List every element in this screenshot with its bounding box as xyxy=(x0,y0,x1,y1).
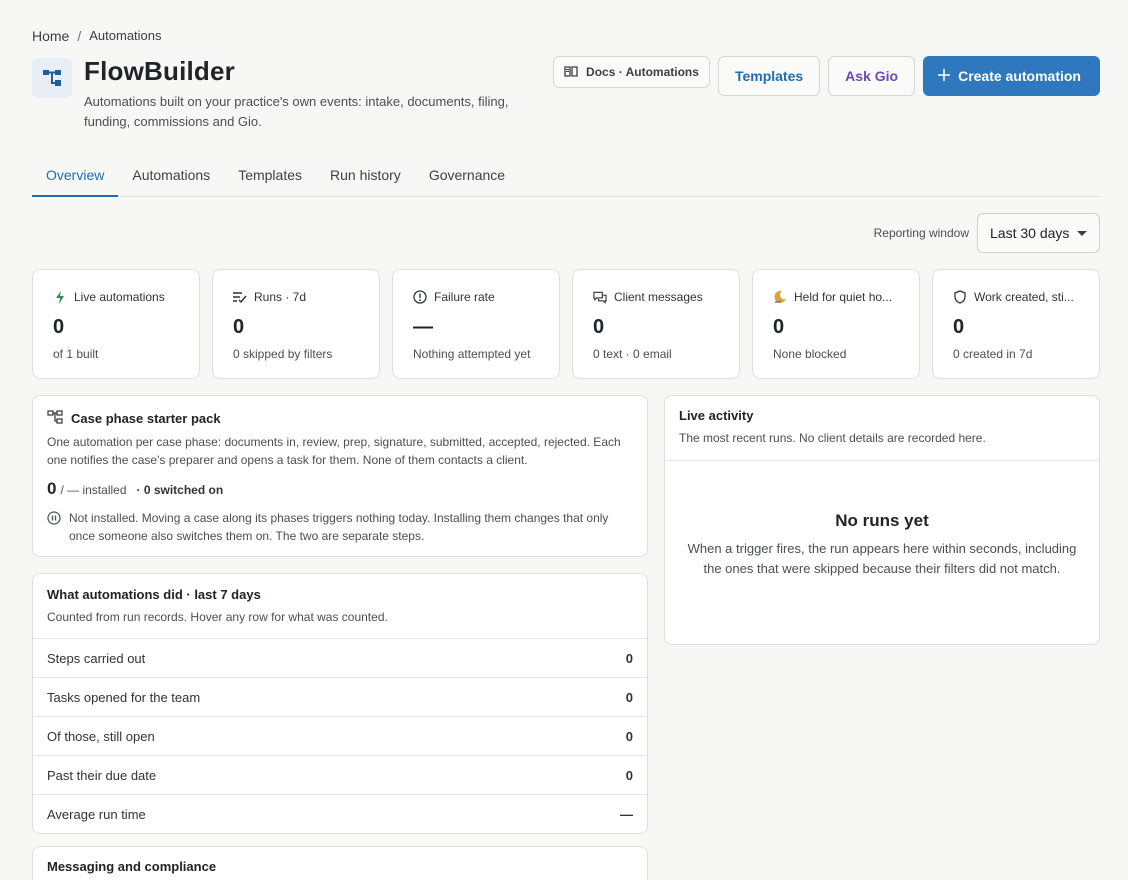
live-activity-panel: Live activity The most recent runs. No c… xyxy=(664,395,1100,645)
empty-state-text: When a trigger fires, the run appears he… xyxy=(687,541,1077,576)
tab-overview[interactable]: Overview xyxy=(32,158,119,197)
summary-row-value: 0 xyxy=(625,728,633,744)
summary-row-label: Past their due date xyxy=(47,767,157,783)
summary-row[interactable]: Past their due date 0 xyxy=(33,756,647,795)
moon-icon xyxy=(773,290,787,304)
tab-bar: Overview Automations Templates Run histo… xyxy=(32,158,1100,197)
live-activity-description: The most recent runs. No client details … xyxy=(679,431,986,445)
flow-diagram-icon xyxy=(32,58,72,98)
summary-row-value: — xyxy=(620,807,633,822)
stat-value: — xyxy=(413,316,433,338)
starter-pack-title: Case phase starter pack xyxy=(71,411,221,426)
stat-label: Work created, sti... xyxy=(974,290,1074,304)
activity-summary-panel: What automations did · last 7 days Count… xyxy=(32,573,648,834)
activity-summary-description: Counted from run records. Hover any row … xyxy=(47,610,388,624)
installed-count: 0 xyxy=(47,479,57,498)
live-activity-title: Live activity xyxy=(679,408,754,423)
reporting-window-value: Last 30 days xyxy=(990,225,1070,241)
installed-status: 0 / — installed · 0 switched on xyxy=(47,479,633,499)
switched-on-count: · 0 switched on xyxy=(136,483,224,497)
bolt-icon xyxy=(53,290,67,304)
alert-circle-icon xyxy=(413,290,427,304)
page: Home / Automations FlowBuilder Automatio… xyxy=(0,0,1128,880)
templates-button[interactable]: Templates xyxy=(717,56,821,96)
stat-card-failure-rate[interactable]: Failure rate — Nothing attempted yet xyxy=(392,269,560,379)
pause-circle-icon xyxy=(47,511,61,545)
stat-value: 0 xyxy=(53,316,65,338)
chat-icon xyxy=(593,290,607,304)
summary-row-label: Steps carried out xyxy=(47,650,146,666)
breadcrumb-separator: / xyxy=(77,28,82,44)
docs-button-label: Docs · Automations xyxy=(586,65,699,79)
tab-automations[interactable]: Automations xyxy=(118,158,224,197)
breadcrumb-home[interactable]: Home xyxy=(32,28,69,44)
reporting-window-select[interactable]: Last 30 days xyxy=(977,213,1100,253)
stat-value: 0 xyxy=(593,316,605,338)
messaging-compliance-title: Messaging and compliance xyxy=(47,859,217,874)
reporting-window-label: Reporting window xyxy=(873,226,969,240)
stat-sub: None blocked xyxy=(773,347,847,361)
stat-cards: Live automations 0 of 1 built Runs · 7d … xyxy=(32,269,1100,379)
stat-sub: 0 created in 7d xyxy=(953,347,1033,361)
page-title: FlowBuilder xyxy=(84,56,235,86)
activity-summary-title: What automations did · last 7 days xyxy=(47,587,261,602)
stat-card-live-automations[interactable]: Live automations 0 of 1 built xyxy=(32,269,200,379)
stat-sub: of 1 built xyxy=(53,347,99,361)
empty-state: No runs yet When a trigger fires, the ru… xyxy=(665,511,1099,579)
installed-text: / — installed xyxy=(60,483,127,497)
stat-card-runs[interactable]: Runs · 7d 0 0 skipped by filters xyxy=(212,269,380,379)
ask-gio-button[interactable]: Ask Gio xyxy=(828,56,916,96)
tab-run-history[interactable]: Run history xyxy=(316,158,415,197)
create-automation-label: Create automation xyxy=(958,68,1081,84)
stat-value: 0 xyxy=(953,316,965,338)
docs-button[interactable]: Docs · Automations xyxy=(553,56,710,88)
empty-state-title: No runs yet xyxy=(835,511,929,530)
stat-card-client-messages[interactable]: Client messages 0 0 text · 0 email xyxy=(572,269,740,379)
summary-row-value: 0 xyxy=(625,650,633,666)
shield-icon xyxy=(953,290,967,304)
header-actions: Docs · Automations Templates Ask Gio Cre… xyxy=(553,56,1100,96)
summary-row-value: 0 xyxy=(625,767,633,783)
page-header: FlowBuilder Automations built on your pr… xyxy=(32,56,1100,136)
stat-value: 0 xyxy=(773,316,785,338)
reporting-window: Reporting window Last 30 days xyxy=(874,213,1100,253)
starter-pack-note: Not installed. Moving a case along its p… xyxy=(47,509,633,545)
chevron-down-icon xyxy=(1077,230,1087,236)
stat-sub: Nothing attempted yet xyxy=(413,347,531,361)
breadcrumb: Home / Automations xyxy=(32,28,162,44)
summary-row[interactable]: Of those, still open 0 xyxy=(33,717,647,756)
stat-label: Held for quiet ho... xyxy=(794,290,893,304)
stat-card-work-created[interactable]: Work created, sti... 0 0 created in 7d xyxy=(932,269,1100,379)
starter-pack-panel: Case phase starter pack One automation p… xyxy=(32,395,648,557)
stat-sub: 0 skipped by filters xyxy=(233,347,333,361)
summary-row-label: Of those, still open xyxy=(47,728,155,744)
create-automation-button[interactable]: Create automation xyxy=(923,56,1100,96)
summary-row-label: Average run time xyxy=(47,807,146,822)
summary-row[interactable]: Steps carried out 0 xyxy=(33,639,647,678)
flow-diagram-icon xyxy=(47,410,63,427)
starter-pack-description: One automation per case phase: documents… xyxy=(47,435,621,467)
tab-governance[interactable]: Governance xyxy=(415,158,519,197)
stat-label: Live automations xyxy=(74,290,165,304)
summary-row[interactable]: Average run time — xyxy=(33,795,647,834)
stat-label: Failure rate xyxy=(434,290,495,304)
book-icon xyxy=(564,65,578,80)
messaging-compliance-panel: Messaging and compliance xyxy=(32,846,648,880)
plus-icon xyxy=(938,68,951,84)
stat-value: 0 xyxy=(233,316,245,338)
page-subtitle: Automations built on your practice's own… xyxy=(84,94,509,129)
stat-sub: 0 text · 0 email xyxy=(593,347,672,361)
stat-card-quiet-hours[interactable]: Held for quiet ho... 0 None blocked xyxy=(752,269,920,379)
list-check-icon xyxy=(233,290,247,304)
stat-label: Client messages xyxy=(614,290,703,304)
summary-row[interactable]: Tasks opened for the team 0 xyxy=(33,678,647,717)
summary-row-label: Tasks opened for the team xyxy=(47,689,201,705)
breadcrumb-current: Automations xyxy=(89,28,162,43)
tab-templates[interactable]: Templates xyxy=(224,158,316,197)
summary-row-value: 0 xyxy=(625,689,633,705)
stat-label: Runs · 7d xyxy=(254,290,307,304)
starter-pack-note-text: Not installed. Moving a case along its p… xyxy=(69,511,609,543)
